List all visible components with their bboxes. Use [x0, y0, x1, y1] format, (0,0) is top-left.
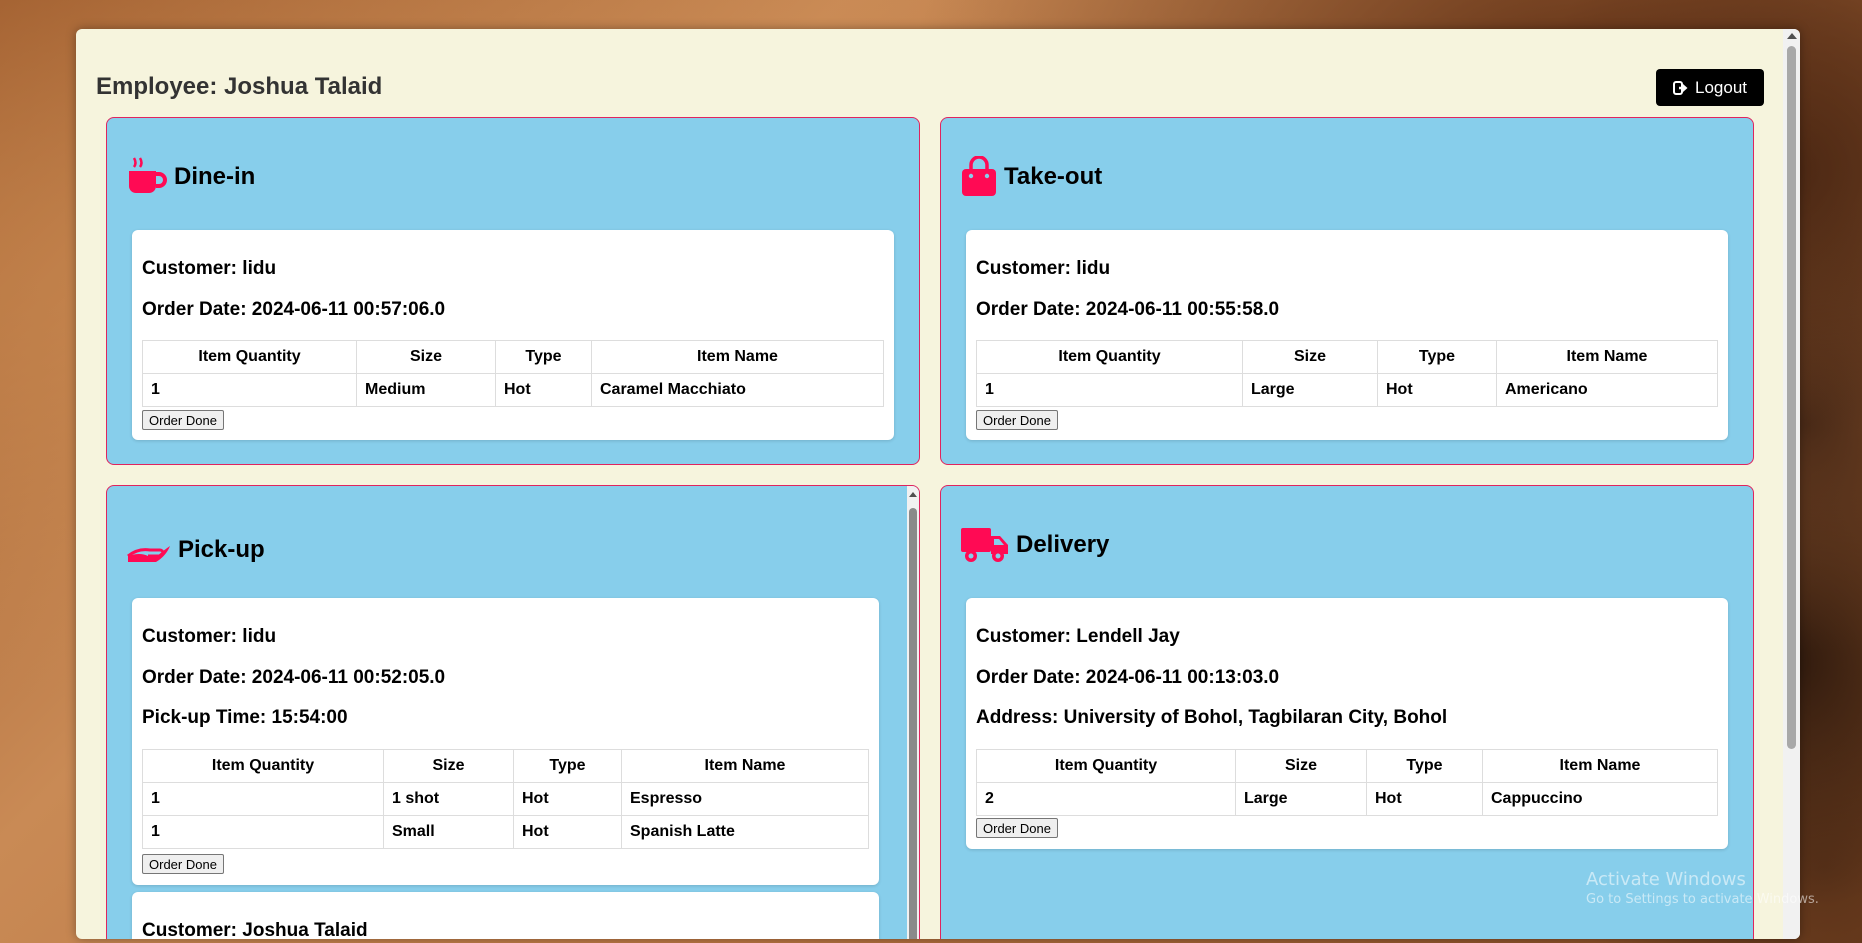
- table-header-row: Item Quantity Size Type Item Name: [976, 749, 1718, 783]
- order-date: Order Date: 2024-06-11 00:52:05.0: [142, 667, 446, 688]
- cell-type: Hot: [513, 815, 622, 849]
- pick-up-header: Pick-up: [126, 536, 265, 564]
- logout-button[interactable]: Logout: [1656, 69, 1764, 106]
- truck-icon: [961, 528, 1008, 562]
- table-row: 1 1 shot Hot Espresso: [142, 782, 869, 816]
- column-header: Item Quantity: [976, 749, 1236, 783]
- logout-label: Logout: [1695, 77, 1747, 97]
- cell-type: Hot: [1377, 373, 1497, 407]
- pick-up-panel: Pick-up Customer: lidu Order Date: 2024-…: [106, 485, 920, 939]
- cell-type: Hot: [1366, 782, 1483, 816]
- pick-up-title: Pick-up: [178, 536, 265, 563]
- pick-up-scrollbar[interactable]: [907, 486, 919, 939]
- cell-item-name: Cappuccino: [1482, 782, 1718, 816]
- order-done-button[interactable]: Order Done: [976, 818, 1058, 838]
- employee-title: Employee: Joshua Talaid: [96, 73, 383, 100]
- order-date: Order Date: 2024-06-11 00:57:06.0: [142, 299, 446, 320]
- table-header-row: Item Quantity Size Type Item Name: [142, 340, 884, 374]
- order-items-table: Item Quantity Size Type Item Name 2 Larg…: [976, 749, 1718, 816]
- customer-name: Customer: lidu: [142, 258, 277, 279]
- column-header: Item Quantity: [142, 749, 384, 783]
- cell-item-name: Americano: [1496, 373, 1718, 407]
- sign-out-icon: [1673, 80, 1688, 95]
- cell-type: Hot: [495, 373, 592, 407]
- column-header: Type: [1377, 340, 1497, 374]
- cell-size: Large: [1242, 373, 1378, 407]
- watermark-subtitle: Go to Settings to activate Windows.: [1586, 892, 1819, 907]
- delivery-header: Delivery: [960, 524, 1109, 566]
- customer-name: Customer: lidu: [142, 626, 277, 647]
- dine-in-header: Dine-in: [126, 156, 255, 198]
- column-header: Type: [1366, 749, 1483, 783]
- customer-name: Customer: lidu: [976, 258, 1111, 279]
- hand-holding-icon: [127, 546, 170, 562]
- column-header: Type: [513, 749, 622, 783]
- column-header: Item Name: [621, 749, 869, 783]
- order-card: Customer: Joshua Talaid: [132, 892, 879, 939]
- table-header-row: Item Quantity Size Type Item Name: [976, 340, 1718, 374]
- scroll-up-arrow-icon[interactable]: [1787, 33, 1797, 39]
- delivery-address: Address: University of Bohol, Tagbilaran…: [976, 707, 1448, 728]
- order-date: Order Date: 2024-06-11 00:55:58.0: [976, 299, 1280, 320]
- order-items-table: Item Quantity Size Type Item Name 1 Larg…: [976, 340, 1718, 407]
- order-card: Customer: lidu Order Date: 2024-06-11 00…: [132, 230, 894, 440]
- cell-quantity: 1: [976, 373, 1243, 407]
- scrollbar-thumb[interactable]: [909, 508, 917, 939]
- column-header: Size: [383, 749, 514, 783]
- dine-in-title: Dine-in: [174, 163, 256, 190]
- cell-size: Medium: [356, 373, 496, 407]
- cell-quantity: 1: [142, 815, 384, 849]
- cell-quantity: 2: [976, 782, 1236, 816]
- cell-size: Small: [383, 815, 514, 849]
- watermark-title: Activate Windows: [1586, 869, 1746, 890]
- order-items-table: Item Quantity Size Type Item Name 1 1 sh…: [142, 749, 869, 849]
- order-card: Customer: lidu Order Date: 2024-06-11 00…: [966, 230, 1728, 440]
- delivery-title: Delivery: [1016, 531, 1110, 558]
- cell-size: 1 shot: [383, 782, 514, 816]
- table-row: 1 Medium Hot Caramel Macchiato: [142, 373, 884, 407]
- column-header: Item Name: [1482, 749, 1718, 783]
- cell-quantity: 1: [142, 782, 384, 816]
- page-scrollbar[interactable]: [1783, 29, 1800, 939]
- take-out-panel: Take-out Customer: lidu Order Date: 2024…: [940, 117, 1754, 465]
- cell-size: Large: [1235, 782, 1367, 816]
- order-done-button[interactable]: Order Done: [976, 410, 1058, 430]
- column-header: Size: [356, 340, 496, 374]
- scrollbar-thumb[interactable]: [1787, 46, 1796, 749]
- pickup-time: Pick-up Time: 15:54:00: [142, 707, 348, 728]
- cell-item-name: Caramel Macchiato: [591, 373, 884, 407]
- customer-name: Customer: Joshua Talaid: [142, 920, 368, 939]
- scroll-up-arrow-icon[interactable]: [909, 492, 917, 497]
- column-header: Size: [1235, 749, 1367, 783]
- column-header: Type: [495, 340, 592, 374]
- customer-name: Customer: Lendell Jay: [976, 626, 1180, 647]
- table-header-row: Item Quantity Size Type Item Name: [142, 749, 869, 783]
- cell-item-name: Spanish Latte: [621, 815, 869, 849]
- table-row: 1 Large Hot Americano: [976, 373, 1718, 407]
- app-window: Employee: Joshua Talaid Logout Dine-in C…: [76, 29, 1800, 939]
- take-out-title: Take-out: [1004, 163, 1103, 190]
- cell-item-name: Espresso: [621, 782, 869, 816]
- table-row: 2 Large Hot Cappuccino: [976, 782, 1718, 816]
- column-header: Item Name: [1496, 340, 1718, 374]
- cell-quantity: 1: [142, 373, 357, 407]
- header: Employee: Joshua Talaid Logout: [96, 49, 1764, 106]
- order-done-button[interactable]: Order Done: [142, 410, 224, 430]
- column-header: Item Name: [591, 340, 884, 374]
- dine-in-panel: Dine-in Customer: lidu Order Date: 2024-…: [106, 117, 920, 465]
- cell-type: Hot: [513, 782, 622, 816]
- activate-windows-watermark: Activate Windows Go to Settings to activ…: [1586, 869, 1819, 907]
- coffee-cup-icon: [129, 157, 167, 193]
- shopping-bag-icon: [962, 156, 996, 196]
- table-row: 1 Small Hot Spanish Latte: [142, 815, 869, 849]
- column-header: Item Quantity: [142, 340, 357, 374]
- column-header: Item Quantity: [976, 340, 1243, 374]
- order-card: Customer: Lendell Jay Order Date: 2024-0…: [966, 598, 1728, 849]
- order-card: Customer: lidu Order Date: 2024-06-11 00…: [132, 598, 879, 885]
- order-items-table: Item Quantity Size Type Item Name 1 Medi…: [142, 340, 884, 407]
- order-date: Order Date: 2024-06-11 00:13:03.0: [976, 667, 1280, 688]
- column-header: Size: [1242, 340, 1378, 374]
- take-out-header: Take-out: [960, 156, 1102, 198]
- order-done-button[interactable]: Order Done: [142, 854, 224, 874]
